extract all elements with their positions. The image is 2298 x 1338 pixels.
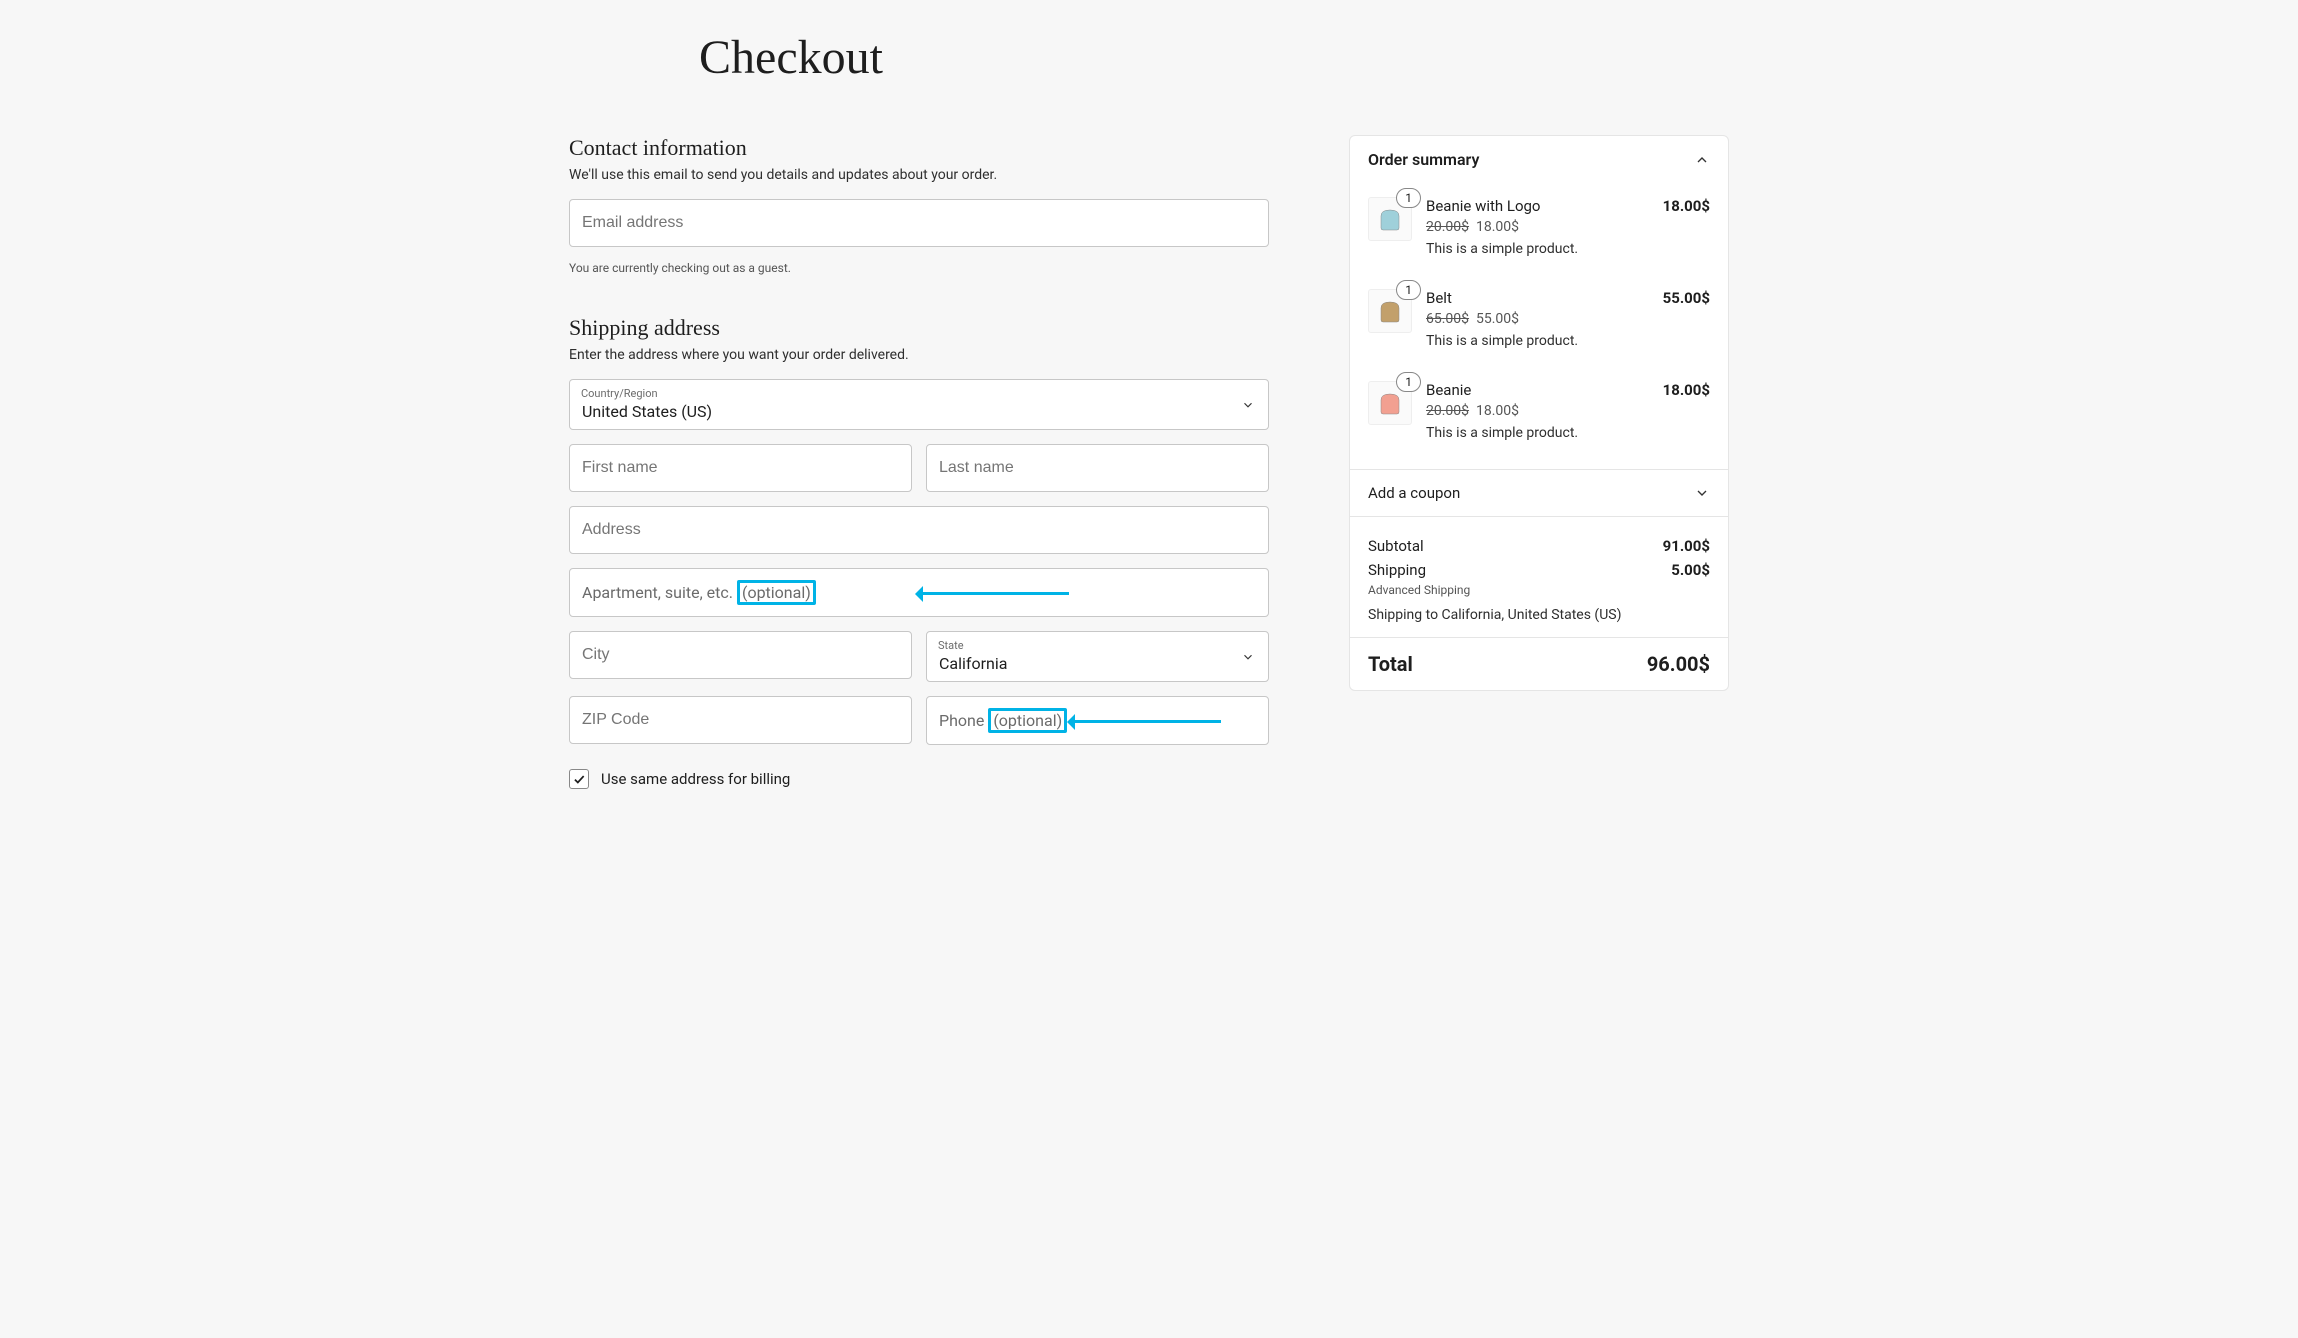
add-coupon-toggle[interactable]: Add a coupon [1350,469,1728,517]
annotation-arrow [919,592,1069,595]
total-label: Total [1368,652,1413,676]
subtotal-label: Subtotal [1368,537,1424,555]
state-label: State [938,639,964,652]
item-name: Beanie with Logo [1426,197,1541,215]
order-summary-toggle[interactable]: Order summary [1350,136,1728,183]
product-icon [1375,204,1405,234]
item-total: 18.00$ [1663,381,1710,399]
shipping-to: Shipping to California, United States (U… [1368,607,1710,623]
cart-item: 1 Beanie 18.00$ 20.00$ 18.00$ This is a … [1368,367,1710,459]
item-orig-price: 20.00$ [1426,403,1469,419]
item-orig-price: 65.00$ [1426,311,1469,327]
state-select[interactable]: California [926,631,1269,682]
cart-item: 1 Belt 55.00$ 65.00$ 55.00$ This is a si… [1368,275,1710,367]
item-desc: This is a simple product. [1426,425,1710,441]
subtotal-amount: 91.00$ [1663,537,1710,555]
email-input[interactable] [569,199,1269,247]
same-billing-label: Use same address for billing [601,770,790,788]
product-icon [1375,296,1405,326]
guest-note: You are currently checking out as a gues… [569,261,1269,275]
order-summary-title: Order summary [1368,150,1479,169]
product-thumb: 1 [1368,197,1412,241]
shipping-amount: 5.00$ [1671,561,1710,579]
zip-input[interactable] [569,696,912,744]
city-input[interactable] [569,631,912,679]
item-orig-price: 20.00$ [1426,219,1469,235]
optional-highlight: (optional) [988,708,1067,733]
apartment-placeholder-main: Apartment, suite, etc. [582,583,737,602]
page-title: Checkout [699,30,1729,85]
chevron-down-icon [1694,485,1710,501]
shipping-method: Advanced Shipping [1368,583,1710,597]
product-icon [1375,388,1405,418]
item-price: 18.00$ [1476,219,1519,235]
address-input[interactable] [569,506,1269,554]
item-total: 18.00$ [1663,197,1710,215]
qty-badge: 1 [1396,188,1421,208]
product-thumb: 1 [1368,381,1412,425]
qty-badge: 1 [1396,372,1421,392]
coupon-label: Add a coupon [1368,484,1460,502]
contact-desc: We'll use this email to send you details… [569,167,1269,183]
chevron-up-icon [1694,152,1710,168]
cart-item: 1 Beanie with Logo 18.00$ 20.00$ 18.00$ … [1368,183,1710,275]
same-billing-checkbox[interactable] [569,769,589,789]
product-thumb: 1 [1368,289,1412,333]
country-label: Country/Region [581,387,658,400]
shipping-desc: Enter the address where you want your or… [569,347,1269,363]
item-price: 18.00$ [1476,403,1519,419]
item-name: Beanie [1426,381,1471,399]
last-name-input[interactable] [926,444,1269,492]
shipping-label: Shipping [1368,561,1426,579]
phone-placeholder-main: Phone [939,711,988,730]
qty-badge: 1 [1396,280,1421,300]
item-price: 55.00$ [1476,311,1519,327]
item-total: 55.00$ [1663,289,1710,307]
item-desc: This is a simple product. [1426,333,1710,349]
first-name-input[interactable] [569,444,912,492]
order-summary-panel: Order summary 1 Beanie with Logo 18.00$ … [1349,135,1729,691]
annotation-arrow [1071,720,1221,723]
shipping-heading: Shipping address [569,315,1269,341]
optional-highlight: (optional) [737,580,816,605]
check-icon [572,772,586,786]
total-amount: 96.00$ [1647,652,1710,676]
item-desc: This is a simple product. [1426,241,1710,257]
item-name: Belt [1426,289,1452,307]
contact-heading: Contact information [569,135,1269,161]
country-select[interactable]: United States (US) [569,379,1269,430]
